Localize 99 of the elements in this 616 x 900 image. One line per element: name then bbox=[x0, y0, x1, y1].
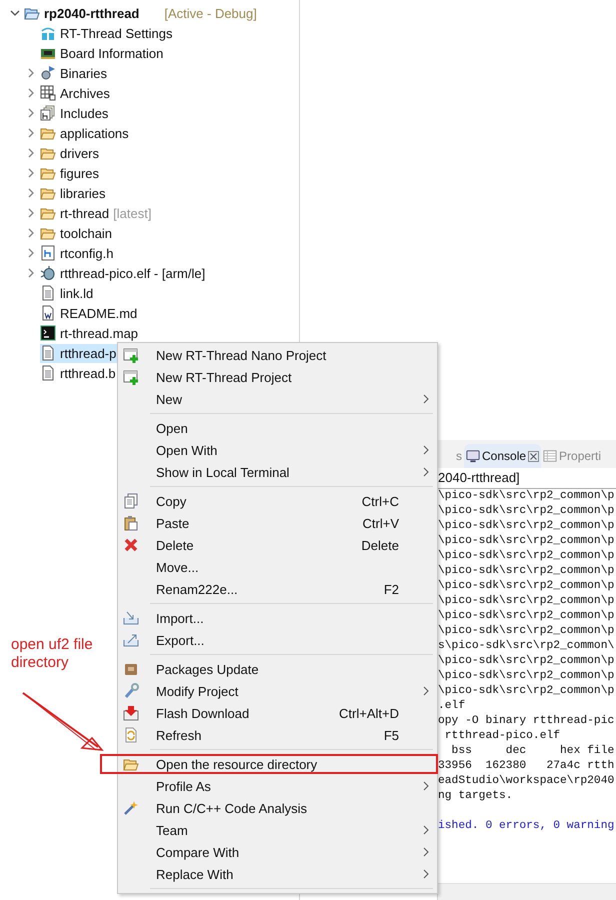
menu-item[interactable]: Run C/C++ Code Analysis bbox=[120, 797, 435, 819]
menu-item[interactable]: Compare With bbox=[120, 841, 435, 863]
tree-item[interactable]: rtthread-pico.elf - [arm/le] bbox=[40, 264, 208, 282]
clipboard-icon bbox=[123, 515, 139, 531]
refresh-icon bbox=[123, 727, 139, 743]
tree-item[interactable]: drivers bbox=[40, 144, 102, 162]
tree-item[interactable]: rtthread-p bbox=[40, 344, 120, 362]
tree-item[interactable]: link.ld bbox=[40, 284, 96, 302]
download-icon bbox=[123, 705, 139, 721]
menu-item[interactable]: Show in Local Terminal bbox=[120, 461, 435, 483]
close-icon[interactable] bbox=[528, 450, 540, 462]
tree-item[interactable]: Includes bbox=[40, 104, 112, 122]
console-line: \pico-sdk\src\rp2_common\p bbox=[438, 579, 616, 594]
shortcut-text: Delete bbox=[361, 538, 399, 552]
tree-item[interactable]: rt-thread [latest] bbox=[40, 204, 154, 222]
monitor-icon bbox=[466, 449, 480, 463]
menu-item[interactable]: Open the resource directory bbox=[120, 753, 435, 775]
shortcut-text: Ctrl+C bbox=[362, 494, 399, 508]
tree-item[interactable]: rtthread.b bbox=[40, 364, 119, 382]
new-window-icon bbox=[123, 347, 139, 363]
tree-item[interactable]: README.md bbox=[40, 304, 140, 322]
shortcut-text: F5 bbox=[384, 728, 399, 742]
menu-item[interactable]: Delete Delete bbox=[120, 534, 435, 556]
version-label: [latest] bbox=[113, 206, 152, 220]
header-file-icon bbox=[40, 245, 56, 261]
menu-item[interactable]: Copy Ctrl+C bbox=[120, 490, 435, 512]
table-icon bbox=[543, 449, 558, 463]
console-line: \pico-sdk\src\rp2_common\p bbox=[438, 504, 616, 519]
console-line: \pico-sdk\src\rp2_common\p bbox=[438, 549, 616, 564]
menu-item[interactable]: Flash Download Ctrl+Alt+D bbox=[120, 702, 435, 724]
rt-logo-icon bbox=[40, 25, 56, 41]
console-line: eadStudio\workspace\rp2040 bbox=[438, 774, 616, 789]
console-line: .elf bbox=[438, 699, 466, 714]
terminal-icon bbox=[40, 325, 56, 341]
menu-item[interactable]: Team bbox=[120, 819, 435, 841]
package-icon bbox=[123, 661, 139, 677]
menu-item[interactable]: Open bbox=[120, 417, 435, 439]
new-window-icon bbox=[123, 369, 139, 385]
text-file-icon bbox=[40, 365, 56, 381]
console-line: ng targets. bbox=[438, 789, 514, 804]
wrench-icon bbox=[123, 683, 139, 699]
tree-item[interactable]: toolchain bbox=[40, 224, 116, 242]
console-line: \pico-sdk\src\rp2_common\p bbox=[438, 654, 616, 669]
tree-item[interactable]: Binaries bbox=[40, 64, 110, 82]
console-line: \pico-sdk\src\rp2_common\p bbox=[438, 624, 616, 639]
word-file-icon bbox=[40, 305, 56, 321]
menu-item[interactable]: New RT-Thread Project bbox=[120, 366, 435, 388]
tree-item[interactable]: Archives bbox=[40, 84, 113, 102]
console-line: \pico-sdk\src\rp2_common\p bbox=[438, 564, 616, 579]
console-line: \pico-sdk\src\rp2_common\p bbox=[438, 489, 616, 504]
menu-item[interactable]: Packages Update bbox=[120, 658, 435, 680]
delete-icon bbox=[123, 537, 139, 553]
console-line: opy -O binary rtthread-pic bbox=[438, 714, 616, 729]
console-line: \pico-sdk\src\rp2_common\p bbox=[438, 594, 616, 609]
build-config-label: [Active - Debug] bbox=[164, 6, 257, 20]
panel-tab[interactable]: Console bbox=[464, 444, 542, 468]
shortcut-text: F2 bbox=[384, 582, 399, 596]
text-file-icon bbox=[40, 345, 56, 361]
tree-item[interactable]: libraries bbox=[40, 184, 109, 202]
console-line: \pico-sdk\src\rp2_common\p bbox=[438, 684, 616, 699]
console-line: rtthread-pico.elf bbox=[444, 729, 562, 744]
console-line: bss dec hex file bbox=[450, 744, 616, 759]
console-line: ished. 0 errors, 0 warning bbox=[438, 819, 616, 834]
tree-item[interactable]: rt-thread.map bbox=[40, 324, 142, 342]
console-line: 33956 162380 27a4c rtth bbox=[438, 759, 616, 774]
tree-item[interactable]: RT-Thread Settings bbox=[40, 24, 176, 42]
menu-item[interactable]: New RT-Thread Nano Project bbox=[120, 344, 435, 366]
menu-item[interactable]: Renam222e... F2 bbox=[120, 578, 435, 600]
tree-item[interactable]: Board Information bbox=[40, 44, 166, 62]
console-line: s\pico-sdk\src\rp2_common\ bbox=[438, 639, 616, 654]
menu-item[interactable]: Import... bbox=[120, 607, 435, 629]
text-file-icon bbox=[40, 285, 56, 301]
menu-item[interactable]: New bbox=[120, 388, 435, 410]
menu-item[interactable]: Open With bbox=[120, 439, 435, 461]
menu-item[interactable]: Move... bbox=[120, 556, 435, 578]
copy-icon bbox=[123, 493, 139, 509]
menu-item[interactable]: Profile As bbox=[120, 775, 435, 797]
menu-item[interactable]: Replace With bbox=[120, 863, 435, 885]
console-line: \pico-sdk\src\rp2_common\p bbox=[438, 534, 616, 549]
tree-item[interactable]: applications bbox=[40, 124, 132, 142]
import-icon bbox=[123, 610, 139, 626]
shortcut-text: Ctrl+V bbox=[362, 516, 399, 530]
bug-icon bbox=[40, 265, 56, 281]
menu-item[interactable]: Refresh F5 bbox=[120, 724, 435, 746]
menu-item[interactable]: Paste Ctrl+V bbox=[120, 512, 435, 534]
project-item[interactable]: rp2040-rtthread bbox=[24, 4, 142, 22]
console-line: \pico-sdk\src\rp2_common\p bbox=[438, 669, 616, 684]
shortcut-text: Ctrl+Alt+D bbox=[339, 706, 399, 720]
menu-item[interactable]: Export... bbox=[120, 629, 435, 651]
annotation-text: open uf2 file directory bbox=[11, 636, 94, 672]
console-line: \pico-sdk\src\rp2_common\p bbox=[438, 519, 616, 534]
console-line: \pico-sdk\src\rp2_common\p bbox=[438, 609, 616, 624]
header-stack-icon bbox=[40, 105, 56, 121]
grid-icon bbox=[40, 85, 56, 101]
export-icon bbox=[123, 632, 139, 648]
magic-wand-icon bbox=[123, 800, 139, 816]
tree-item[interactable]: rtconfig.h bbox=[40, 244, 116, 262]
tree-item[interactable]: figures bbox=[40, 164, 102, 182]
menu-item[interactable]: Modify Project bbox=[120, 680, 435, 702]
